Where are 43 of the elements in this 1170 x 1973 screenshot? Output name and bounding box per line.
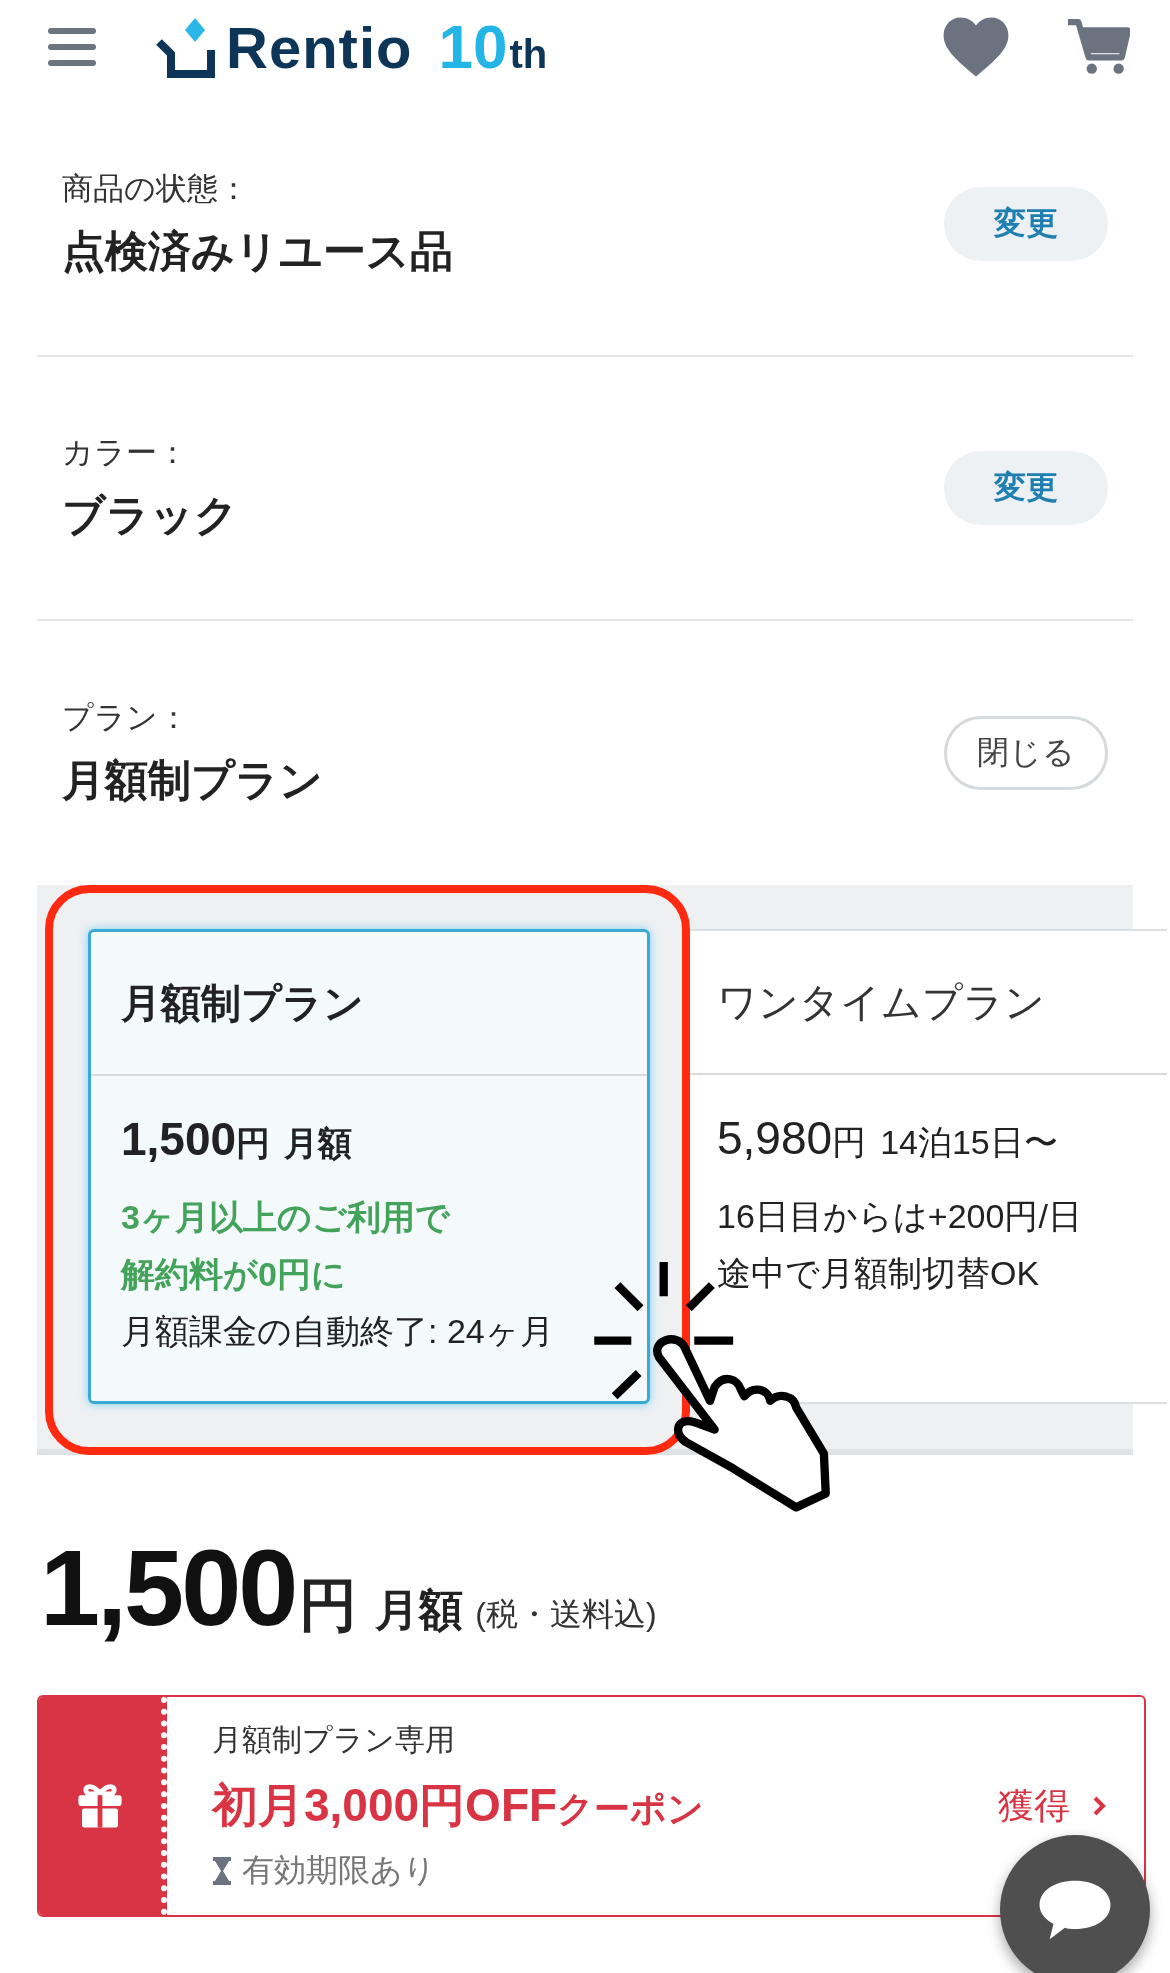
plan-note: 月額課金の自動終了: 24ヶ月: [121, 1311, 555, 1352]
total-price: 1,500: [40, 1526, 296, 1650]
plan-name: 月額制プラン: [121, 979, 364, 1027]
plan-card[interactable]: 月額制プラン 1,500円 月額 3ヶ月以上のご利用で 解約料が0円に 月額課金の自動終了: 24ヶ月: [88, 929, 650, 1404]
change-button[interactable]: 変更: [944, 451, 1108, 525]
change-button[interactable]: 変更: [944, 187, 1108, 261]
plan-price: 1,500: [121, 1112, 237, 1166]
coupon-title-suffix: クーポン: [557, 1786, 705, 1831]
gift-icon: [76, 1782, 124, 1830]
option-value: 月額制プラン: [62, 755, 324, 806]
coupon-card[interactable]: 月額制プラン専用 初月3,000円OFFクーポン 有効期限あり 獲得: [37, 1695, 1146, 1917]
expiry-text: 有効期限あり: [242, 1850, 436, 1890]
option-value: 点検済みリユース品: [62, 226, 454, 277]
coupon-title: 初月3,000円OFF: [212, 1777, 558, 1833]
close-button[interactable]: 閉じる: [944, 716, 1108, 790]
currency-text: 円: [236, 1123, 271, 1164]
option-label: 商品の状態：: [62, 170, 250, 208]
total-period: 月額: [375, 1584, 464, 1636]
plan-note: 解約料が0円に: [121, 1254, 347, 1295]
currency-text: 円: [299, 1571, 358, 1639]
option-value: ブラック: [62, 490, 239, 541]
tax-note: (税・送料込): [475, 1595, 657, 1634]
plan-name: ワンタイムプラン: [717, 978, 1045, 1026]
currency-text: 円: [832, 1122, 867, 1163]
get-coupon-link[interactable]: 獲得: [998, 1781, 1070, 1831]
plan-note: 途中で月額制切替OK: [717, 1253, 1041, 1294]
option-label: カラー：: [62, 434, 189, 472]
plan-note: 16日目からは+200円/日: [717, 1196, 1083, 1237]
hourglass-icon: [212, 1856, 232, 1885]
heart-icon[interactable]: [942, 15, 1010, 78]
chat-button[interactable]: [1000, 1835, 1150, 1973]
anniversary-badge-text: 10th: [438, 11, 548, 82]
plan-card[interactable]: ワンタイムプラン 5,980円 14泊15日〜 16日目からは+200円/日 途中で月額制切替OK: [687, 929, 1167, 1404]
plan-period: 14泊15日〜: [880, 1122, 1058, 1163]
plan-price: 5,980: [717, 1111, 833, 1165]
logo-text: Rentio: [226, 14, 413, 81]
menu-icon[interactable]: [48, 27, 96, 66]
cart-icon[interactable]: [1068, 17, 1130, 76]
plan-period: 月額: [284, 1123, 353, 1164]
coupon-tag: 月額制プラン専用: [212, 1719, 998, 1761]
option-label: プラン：: [62, 699, 190, 737]
plan-note: 3ヶ月以上のご利用で: [121, 1197, 451, 1238]
chevron-right-icon: [1092, 1795, 1106, 1817]
